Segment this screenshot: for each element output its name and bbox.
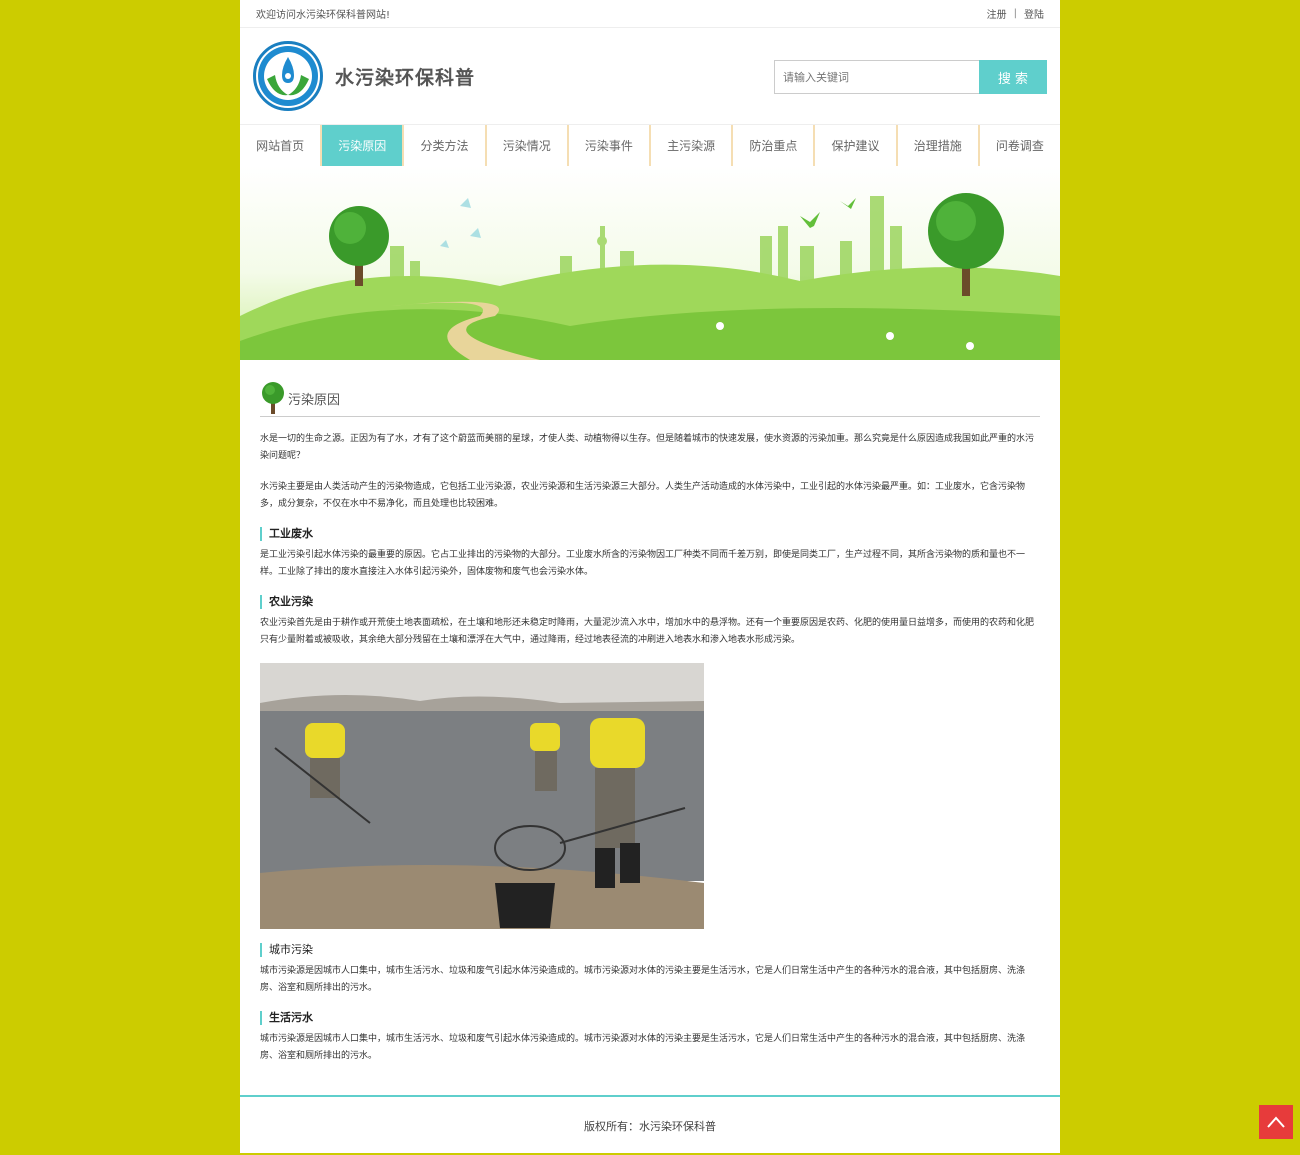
nav-item-classification[interactable]: 分类方法 — [404, 125, 487, 166]
tree-icon — [262, 382, 284, 414]
copyright-text: 版权所有：水污染环保科普 — [584, 1120, 716, 1133]
arrow-up-icon — [1267, 1116, 1285, 1128]
photo-workers-cleaning-water — [260, 663, 704, 929]
search-button[interactable]: 搜 索 — [979, 60, 1047, 94]
nav-item-main-sources[interactable]: 主污染源 — [651, 125, 734, 166]
left-tree-icon — [329, 206, 389, 286]
logo-icon[interactable] — [253, 41, 323, 111]
hero-banner — [240, 166, 1060, 360]
subheading-domestic-sewage: 生活污水 — [260, 1011, 1040, 1025]
subheading-industrial: 工业废水 — [260, 527, 1040, 541]
nav-item-survey[interactable]: 问卷调查 — [980, 125, 1060, 166]
nav-item-home[interactable]: 网站首页 — [240, 125, 323, 166]
nav-item-treatment[interactable]: 治理措施 — [898, 125, 980, 166]
page-container: 欢迎访问水污染环保科普网站! 注册 | 登陆 水污染环保科普 搜 索 网站首页 … — [240, 0, 1060, 1153]
link-separator: | — [1013, 8, 1017, 19]
nav-item-prevention[interactable]: 防治重点 — [733, 125, 816, 166]
subheading-agricultural: 农业污染 — [260, 595, 1040, 609]
nav-item-pollution-events[interactable]: 污染事件 — [569, 125, 652, 166]
domestic-sewage-paragraph: 城市污染源是因城市人口集中，城市生活污水、垃圾和废气引起水体污染造成的。城市污染… — [260, 1034, 1026, 1061]
welcome-text: 欢迎访问水污染环保科普网站! — [256, 10, 391, 21]
site-footer: 版权所有：水污染环保科普 — [240, 1095, 1060, 1155]
main-content: 污染原因 水是一切的生命之源。正因为有了水，才有了这个蔚蓝而美丽的星球，才使人类… — [240, 380, 1060, 1065]
site-title: 水污染环保科普 — [335, 66, 476, 89]
agricultural-paragraph: 农业污染首先是由于耕作或开荒使土地表面疏松，在土壤和地形还未稳定时降雨，大量泥沙… — [260, 618, 1035, 645]
account-links: 注册 | 登陆 — [987, 6, 1044, 21]
subheading-urban: 城市污染 — [260, 943, 1040, 957]
search-input[interactable] — [774, 60, 979, 94]
industrial-paragraph: 是工业污染引起水体污染的最重要的原因。它占工业排出的污染物的大部分。工业废水所含… — [260, 550, 1026, 577]
intro-paragraph-1: 水是一切的生命之源。正因为有了水，才有了这个蔚蓝而美丽的星球，才使人类、动植物得… — [260, 434, 1035, 461]
back-to-top-button[interactable] — [1259, 1105, 1293, 1139]
main-nav: 网站首页 污染原因 分类方法 污染情况 污染事件 主污染源 防治重点 保护建议 … — [240, 124, 1060, 166]
section-title: 污染原因 — [288, 393, 341, 408]
nav-item-pollution-causes[interactable]: 污染原因 — [322, 125, 405, 166]
site-header: 水污染环保科普 搜 索 — [240, 28, 1060, 124]
urban-paragraph: 城市污染源是因城市人口集中，城市生活污水、垃圾和废气引起水体污染造成的。城市污染… — [260, 966, 1026, 993]
nav-item-protection-advice[interactable]: 保护建议 — [815, 125, 898, 166]
register-link[interactable]: 注册 — [987, 6, 1007, 21]
green-landscape-illustration — [240, 193, 1060, 360]
section-header: 污染原因 — [260, 380, 1040, 417]
login-link[interactable]: 登陆 — [1024, 6, 1044, 21]
intro-paragraph-2: 水污染主要是由人类活动产生的污染物造成，它包括工业污染源，农业污染源和生活污染源… — [260, 482, 1026, 509]
nav-item-pollution-status[interactable]: 污染情况 — [487, 125, 569, 166]
top-bar: 欢迎访问水污染环保科普网站! 注册 | 登陆 — [240, 0, 1060, 28]
search-box: 搜 索 — [774, 60, 1047, 94]
